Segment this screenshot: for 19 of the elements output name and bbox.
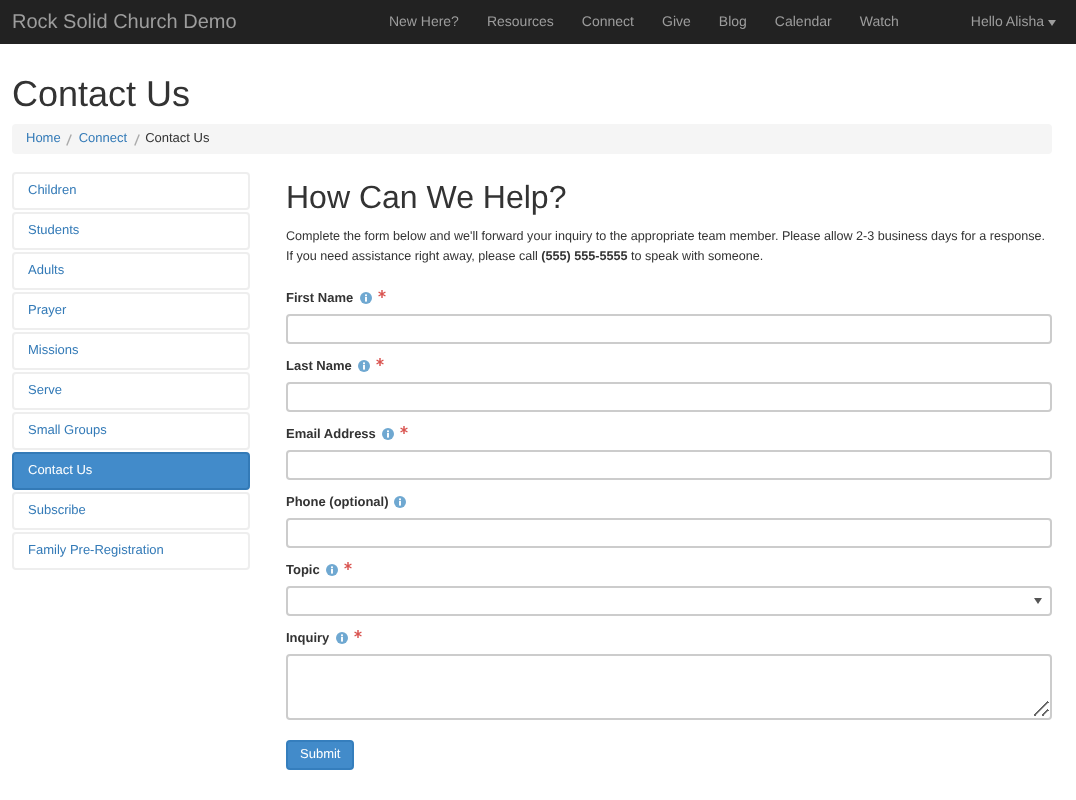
info-icon[interactable] xyxy=(335,632,348,644)
info-icon[interactable] xyxy=(357,360,370,372)
form-heading: How Can We Help? xyxy=(286,182,569,218)
inquiry-textarea[interactable] xyxy=(286,654,1052,720)
caret-icon xyxy=(1034,598,1042,604)
text-input[interactable] xyxy=(286,382,1052,412)
page-title: Contact Us xyxy=(12,74,193,116)
text-input[interactable] xyxy=(286,518,1052,548)
info-icon[interactable] xyxy=(325,564,338,576)
info-icon[interactable] xyxy=(381,428,394,440)
info-icon[interactable] xyxy=(394,496,407,508)
breadcrumb-separator-icon xyxy=(133,133,140,145)
topic-dropdown[interactable] xyxy=(286,586,1052,616)
brand-link[interactable]: Rock Solid Church Demo xyxy=(12,11,237,33)
breadcrumb-separator-icon xyxy=(66,133,73,145)
caret-icon xyxy=(1048,19,1056,25)
info-icon[interactable] xyxy=(359,292,372,304)
text-input[interactable] xyxy=(286,314,1052,344)
text-input[interactable] xyxy=(286,450,1052,480)
